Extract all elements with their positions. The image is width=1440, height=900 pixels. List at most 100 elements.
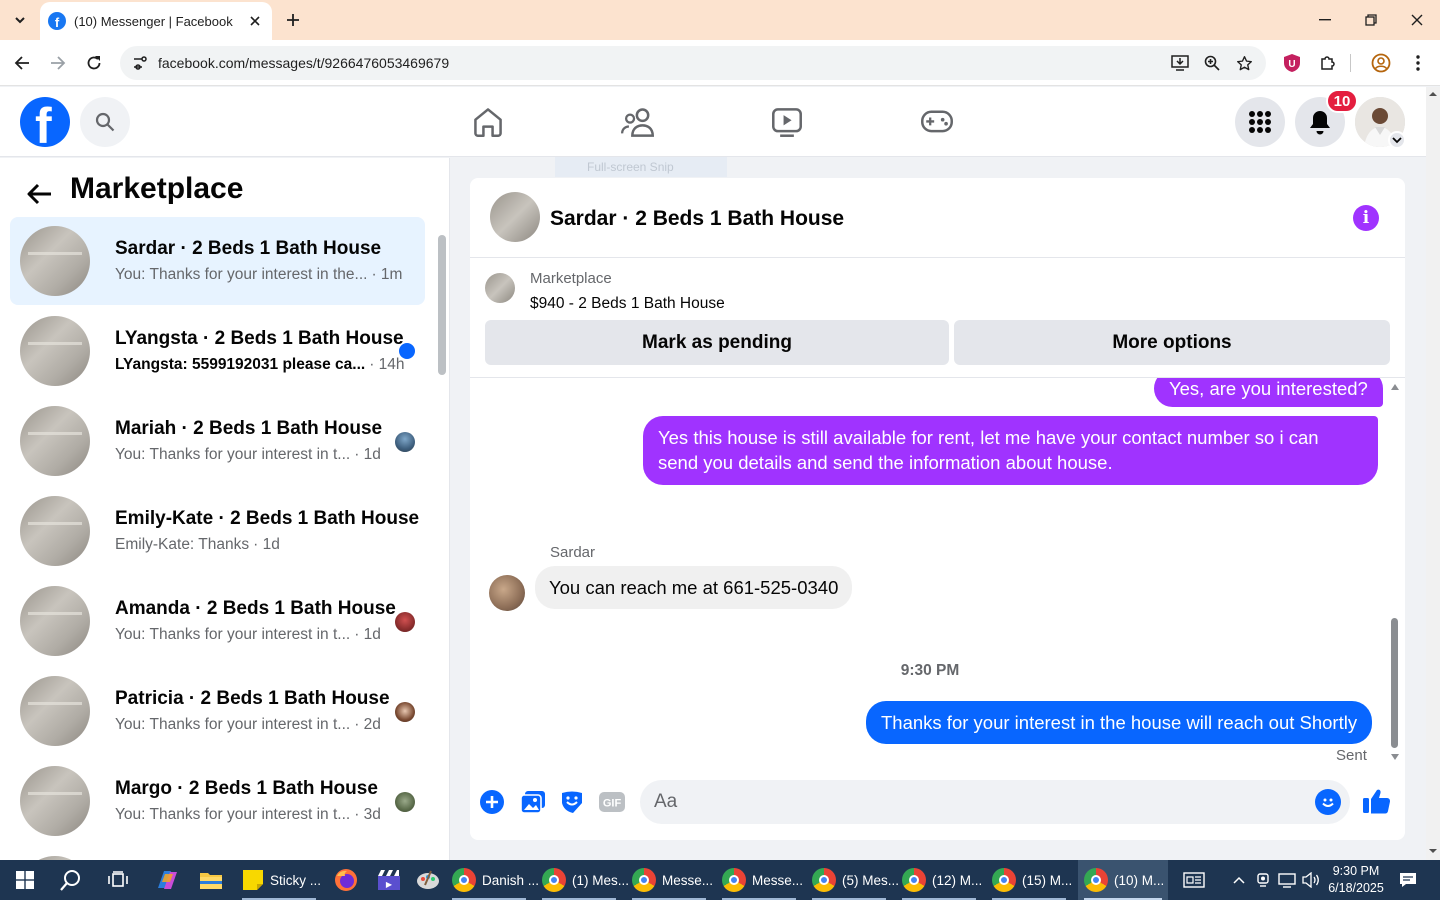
file-explorer-icon[interactable] <box>190 860 232 900</box>
conversation-item-patricia[interactable]: Patricia · 2 Beds 1 Bath House You: Than… <box>10 667 425 755</box>
facebook-logo-icon[interactable]: f <box>20 97 70 147</box>
start-windows-icon[interactable] <box>4 860 46 900</box>
page-scroll-down-icon[interactable] <box>1426 844 1440 858</box>
address-bar[interactable]: facebook.com/messages/t/9266476053469679 <box>120 46 1266 80</box>
extensions-puzzle-icon[interactable] <box>1315 50 1341 76</box>
taskbar-app-chrome-5[interactable]: (12) M... <box>896 860 982 900</box>
firefox-icon[interactable] <box>326 860 366 900</box>
browser-tab-messenger[interactable]: f (10) Messenger | Facebook <box>40 2 272 40</box>
tab-search-dropdown[interactable] <box>8 8 32 32</box>
zoom-icon[interactable] <box>1196 47 1228 79</box>
home-nav-button[interactable] <box>458 99 518 145</box>
back-button[interactable] <box>24 178 56 210</box>
webcam-privacy-icon[interactable] <box>1252 860 1274 900</box>
taskbar-app-chrome-active[interactable]: (10) M... <box>1078 860 1168 900</box>
message-bubble-incoming[interactable]: You can reach me at 661-525-0340 <box>535 566 853 609</box>
chrome-icon <box>452 868 476 892</box>
conversation-item-emily-kate[interactable]: Emily-Kate · 2 Beds 1 Bath House Emily-K… <box>10 487 425 575</box>
taskbar-app-chrome-6[interactable]: (15) M... <box>986 860 1072 900</box>
page-scrollbar[interactable] <box>1426 87 1440 860</box>
new-tab-plus-icon[interactable] <box>282 8 304 32</box>
sticker-icon[interactable] <box>557 787 587 817</box>
conversation-name: Margo · 2 Beds 1 Bath House <box>115 778 378 799</box>
conversation-item-partial[interactable] <box>10 847 425 860</box>
facebook-top-nav: f 10 <box>0 87 1426 157</box>
chat-title[interactable]: Sardar · 2 Beds 1 Bath House <box>550 207 844 231</box>
info-icon[interactable]: i <box>1353 205 1379 231</box>
video-nav-button[interactable] <box>757 99 817 145</box>
clock-date: 6/18/2025 <box>1328 881 1384 895</box>
more-options-button[interactable]: More options <box>954 320 1390 365</box>
emoji-smiley-icon[interactable] <box>1315 789 1341 815</box>
taskbar-app-label: Messe... <box>662 872 714 888</box>
conversation-item-mariah[interactable]: Mariah · 2 Beds 1 Bath House You: Thanks… <box>10 397 425 485</box>
search-button[interactable] <box>80 97 130 147</box>
back-arrow-icon[interactable] <box>9 50 35 76</box>
message-bubble-outgoing-latest[interactable]: Thanks for your interest in the house wi… <box>866 701 1373 744</box>
taskbar-app-chrome-3[interactable]: Messe... <box>716 860 803 900</box>
task-view-icon[interactable] <box>97 860 139 900</box>
bookmark-star-icon[interactable] <box>1228 47 1260 79</box>
thumbs-up-like-icon[interactable] <box>1361 785 1393 817</box>
notification-center-icon[interactable] <box>1394 860 1422 900</box>
taskbar-app-label: Danish ... <box>482 872 540 888</box>
conversation-preview: You: Thanks for your interest in t... <box>115 716 351 733</box>
search-icon[interactable] <box>50 860 92 900</box>
sender-avatar[interactable] <box>489 575 525 611</box>
profile-avatar-icon[interactable] <box>1368 50 1394 76</box>
chat-scrollbar[interactable] <box>1391 618 1398 748</box>
scroll-up-arrow-icon[interactable] <box>1390 382 1400 392</box>
close-window-icon[interactable] <box>1394 0 1440 40</box>
gaming-nav-button[interactable] <box>907 99 967 145</box>
account-chevron-icon[interactable] <box>1388 131 1406 149</box>
restore-icon[interactable] <box>1348 0 1394 40</box>
copilot-icon[interactable] <box>146 860 188 900</box>
paint-palette-icon[interactable] <box>408 860 448 900</box>
taskbar-app-chrome-2[interactable]: Messe... <box>626 860 714 900</box>
chat-listing-avatar[interactable] <box>490 192 540 242</box>
ublock-extension-icon[interactable]: U <box>1279 50 1305 76</box>
conversation-item-lyangsta[interactable]: LYangsta · 2 Beds 1 Bath House LYangsta:… <box>10 307 425 395</box>
forward-arrow-icon[interactable] <box>45 50 71 76</box>
listing-price-title[interactable]: $940 - 2 Beds 1 Bath House <box>530 295 725 313</box>
volume-speaker-icon[interactable] <box>1299 860 1323 900</box>
conversation-item-amanda[interactable]: Amanda · 2 Beds 1 Bath House You: Thanks… <box>10 577 425 665</box>
video-editor-clapper-icon[interactable]: ▶ <box>369 860 409 900</box>
close-tab-icon[interactable] <box>246 12 264 30</box>
page-scroll-up-icon[interactable] <box>1426 87 1440 101</box>
page-title: Marketplace <box>70 172 244 205</box>
system-clock[interactable]: 9:30 PM 6/18/2025 <box>1328 863 1384 897</box>
conversation-time: · 1d <box>354 626 381 643</box>
scroll-down-arrow-icon[interactable] <box>1390 752 1400 762</box>
conversation-list-scrollbar[interactable] <box>438 235 446 375</box>
gif-icon-label: GIF <box>603 798 622 810</box>
taskbar-app-chrome-danish[interactable]: Danish ... <box>446 860 539 900</box>
conversation-preview: Emily-Kate: Thanks <box>115 536 250 553</box>
gif-icon[interactable]: GIF <box>597 787 627 817</box>
reload-icon[interactable] <box>81 50 107 76</box>
show-hidden-icons-chevron-icon[interactable] <box>1228 860 1250 900</box>
more-actions-plus-icon[interactable] <box>477 787 507 817</box>
friends-nav-button[interactable] <box>608 99 668 145</box>
install-app-icon[interactable] <box>1164 47 1196 79</box>
news-widget-icon[interactable] <box>1178 860 1210 900</box>
minimize-icon[interactable] <box>1302 0 1348 40</box>
attach-photo-icon[interactable] <box>518 787 548 817</box>
conversation-item-sardar[interactable]: Sardar · 2 Beds 1 Bath House You: Thanks… <box>10 217 425 305</box>
listing-banner-thumbnail[interactable] <box>485 273 515 303</box>
menu-grid-button[interactable] <box>1235 97 1285 147</box>
taskbar-app-chrome-1[interactable]: (1) Mes... <box>536 860 629 900</box>
message-bubble-outgoing[interactable]: Yes this house is still available for re… <box>643 416 1378 485</box>
message-bubble-outgoing[interactable]: Yes, are you interested? <box>1154 378 1383 407</box>
message-input[interactable] <box>640 780 1350 824</box>
taskbar-app-chrome-4[interactable]: (5) Mes... <box>806 860 899 900</box>
conversation-name: Mariah · 2 Beds 1 Bath House <box>115 418 383 439</box>
mark-as-pending-button[interactable]: Mark as pending <box>485 320 949 365</box>
site-info-icon[interactable] <box>124 47 156 79</box>
network-icon[interactable] <box>1275 860 1299 900</box>
chrome-menu-kebab-icon[interactable] <box>1405 50 1431 76</box>
message-thread: Yes, are you interested? Yes this house … <box>470 378 1405 776</box>
taskbar-app-sticky-notes[interactable]: Sticky ... <box>236 860 322 900</box>
conversation-item-margo[interactable]: Margo · 2 Beds 1 Bath House You: Thanks … <box>10 757 425 845</box>
svg-text:▶: ▶ <box>386 880 393 889</box>
